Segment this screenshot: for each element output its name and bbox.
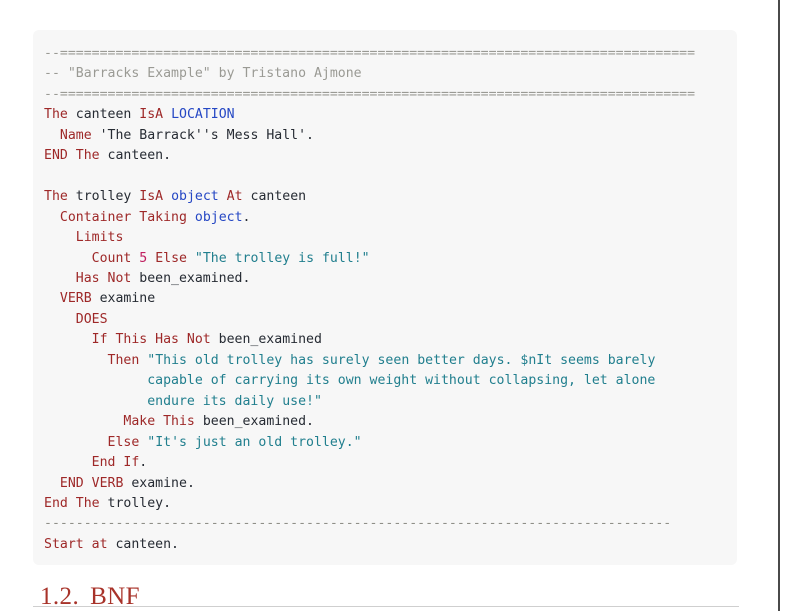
code-token-string: "This old trolley has surely seen better… [147, 352, 656, 368]
code-token-identifier [44, 230, 76, 245]
code-token-keyword: Make This [123, 414, 195, 430]
code-token-keyword: Else [155, 250, 187, 266]
code-token-string: capable of carrying its own weight witho… [147, 373, 656, 389]
code-token-keyword: VERB [59, 291, 92, 307]
code-token-identifier: canteen. [99, 148, 172, 164]
code-token-keyword: Limits [75, 230, 124, 246]
code-token-keyword: DOES [75, 311, 108, 327]
code-token-identifier [44, 128, 60, 143]
code-token-string: "The trolley is full!" [194, 250, 370, 266]
code-token-comment: --======================================… [44, 46, 561, 61]
code-token-identifier [44, 455, 92, 470]
code-token-identifier [44, 373, 147, 388]
code-token-identifier [44, 291, 60, 306]
code-token-identifier [187, 210, 195, 225]
code-token-identifier: been_examined. [131, 270, 251, 286]
alan-source-code: --======================================… [44, 44, 727, 555]
code-token-comment: --======================================… [44, 86, 561, 102]
code-token-type: object [194, 209, 243, 225]
code-token-identifier [44, 394, 147, 409]
code-lines: --======================================… [44, 46, 695, 552]
code-token-identifier [44, 332, 92, 347]
code-token-identifier: canteen [242, 189, 307, 205]
code-token-identifier [44, 353, 108, 368]
code-token-identifier: canteen. [107, 536, 179, 552]
code-token-identifier: . [242, 209, 251, 225]
heading-divider [33, 606, 739, 607]
code-token-keyword: If This Has Not [91, 332, 211, 348]
code-token-keyword: Count [91, 250, 132, 266]
code-token-identifier: 'The Barrack''s Mess Hall'. [91, 127, 314, 143]
code-token-keyword: Start at [44, 536, 108, 552]
code-token-identifier: been_examined. [194, 414, 314, 430]
code-token-keyword: Else [107, 434, 140, 450]
code-token-keyword: Has Not [75, 270, 132, 286]
code-token-string: endure its daily use!" [147, 393, 322, 409]
code-token-keyword: End If [91, 455, 140, 471]
code-token-comment: -- "Barracks Example" by Tristano Ajmone [44, 66, 362, 82]
code-token-keyword: The [44, 189, 68, 205]
code-token-identifier: trolley [67, 189, 140, 205]
code-token-identifier [187, 251, 195, 266]
code-token-identifier [44, 476, 60, 491]
code-token-identifier [44, 251, 92, 266]
document-page: --======================================… [0, 0, 780, 611]
code-token-type: object [171, 189, 219, 205]
code-token-rule: --------------- [552, 516, 672, 532]
code-token-comment: ================= [560, 46, 696, 61]
code-token-keyword: Container Taking [59, 209, 187, 225]
code-token-keyword: END The [44, 148, 100, 164]
source-code-block[interactable]: --======================================… [33, 30, 737, 565]
code-token-identifier [44, 210, 60, 225]
code-token-identifier [163, 107, 171, 122]
code-token-keyword: Name [59, 127, 92, 143]
code-token-identifier: . [139, 455, 148, 471]
code-token-type: LOCATION [171, 107, 235, 123]
code-token-string: "It's just an old trolley." [147, 434, 362, 450]
code-token-identifier [163, 189, 171, 204]
code-token-identifier: examine. [123, 475, 195, 491]
code-token-identifier: trolley. [99, 495, 172, 511]
code-token-keyword: The [44, 107, 68, 123]
code-token-keyword: At [226, 189, 243, 205]
code-token-identifier [219, 189, 227, 204]
code-token-identifier [44, 271, 76, 286]
code-token-identifier [44, 414, 123, 429]
code-token-identifier [147, 251, 155, 266]
code-token-rule: ----------------------------------------… [44, 516, 553, 532]
code-token-keyword: Then [107, 352, 140, 368]
code-token-identifier [44, 435, 108, 450]
code-token-keyword: End The [44, 495, 100, 511]
code-token-identifier: examine [91, 291, 156, 307]
code-token-identifier [44, 312, 76, 327]
code-token-keyword: IsA [139, 189, 164, 205]
code-token-identifier: canteen [67, 107, 140, 123]
code-token-keyword: IsA [139, 107, 164, 123]
code-token-comment: ================= [560, 86, 696, 102]
code-token-keyword: END VERB [59, 475, 124, 491]
code-token-identifier: been_examined [210, 332, 322, 348]
